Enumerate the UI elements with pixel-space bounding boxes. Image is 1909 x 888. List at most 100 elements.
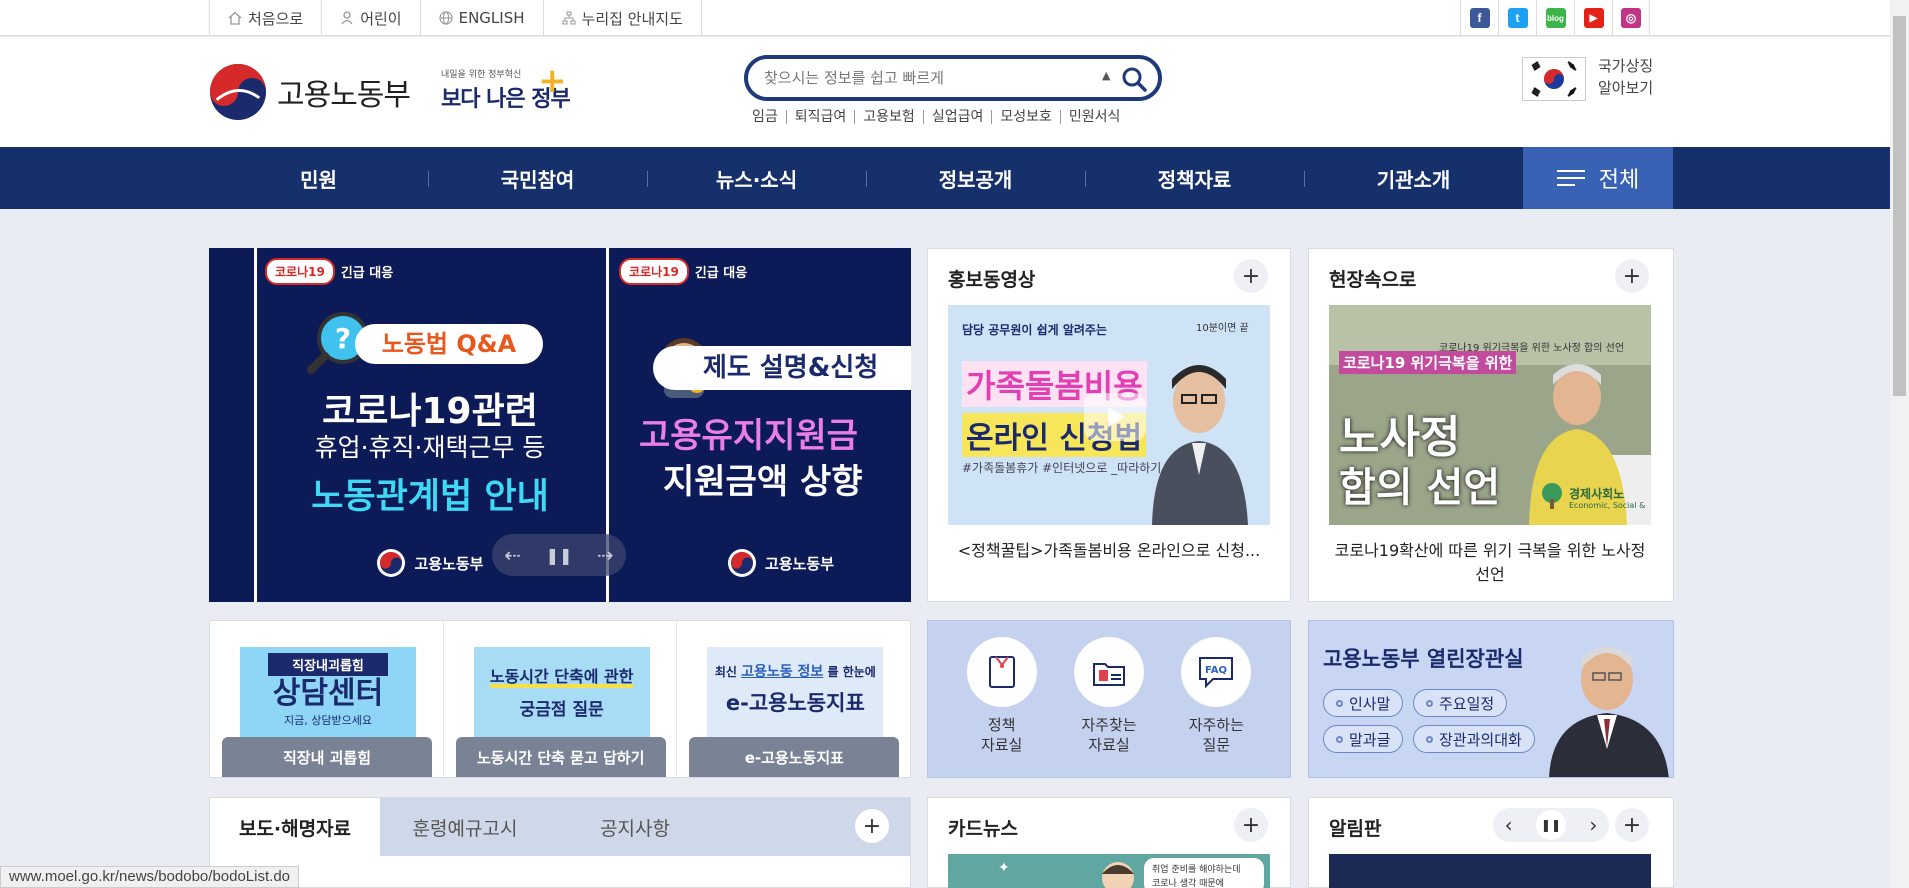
field-report-more-button[interactable]: +	[1615, 259, 1649, 293]
banner-line2: 휴업·휴직·재택근무 등	[314, 433, 546, 462]
page-scrollbar[interactable]	[1890, 0, 1909, 888]
quick-link-harassment[interactable]: 직장내괴롭힘 상담센터 지금, 상담받으세요 직장내 괴롭힘	[210, 621, 443, 777]
field-report-thumbnail[interactable]: 코로나19 위기극복을 위한 노사정 합의 선언 코로나19 위기극복을 위한 …	[1329, 305, 1651, 525]
quick1-line3: 지금, 상담받으세요	[284, 714, 372, 727]
keyword-link[interactable]: 민원서식	[1059, 110, 1129, 124]
child-icon	[340, 11, 354, 25]
notice-board-thumbnail[interactable]	[1329, 854, 1651, 888]
keyword-link[interactable]: 모성보호	[991, 110, 1060, 124]
covid-badge: 코로나19	[619, 258, 689, 285]
notice-board-more-button[interactable]: +	[1615, 808, 1649, 842]
frequent-archive-label: 자주찾는 자료실	[1081, 716, 1137, 754]
card-news-card: 카드뉴스 + 취업 준비를 해야하는데 코로나 생각 때문에 ✦	[927, 797, 1291, 888]
search-button[interactable]	[1120, 65, 1148, 93]
main-nav: 민원 국민참여 뉴스·소식 정보공개 정책자료 기관소개 전체	[0, 147, 1890, 209]
notice-pause-button[interactable]: ❚❚	[1535, 810, 1566, 840]
national-flag-link[interactable]	[1522, 57, 1586, 101]
nav-item-disclosure[interactable]: 정보공개	[866, 147, 1085, 209]
logo-text: 고용노동부	[277, 78, 411, 113]
flag-text-line2: 알아보기	[1598, 79, 1654, 97]
news-more-button[interactable]: +	[855, 809, 889, 843]
covid-badge-label: 긴급 대응	[340, 266, 394, 281]
site-logo-link[interactable]: 고용노동부	[209, 63, 411, 121]
card-news-thumbnail[interactable]: 취업 준비를 해야하는데 코로나 생각 때문에 ✦	[948, 854, 1270, 888]
minister-dialogue-link[interactable]: 장관과의대화	[1413, 725, 1535, 753]
util-home-link[interactable]: 처음으로	[209, 0, 321, 36]
twitter-icon: t	[1507, 8, 1528, 28]
field-thumb-main2: 합의 선언	[1339, 465, 1501, 511]
tree-logo-icon	[1542, 483, 1562, 509]
tab-notices[interactable]: 공지사항	[550, 798, 720, 856]
instagram-link[interactable]: ◎	[1612, 0, 1650, 36]
util-english-link[interactable]: ENGLISH	[419, 0, 543, 36]
blog-icon: blog	[1545, 8, 1566, 28]
all-menu-label: 전체	[1598, 168, 1640, 193]
banner-pause-button[interactable]: ❚❚	[546, 546, 573, 565]
minister-greeting-link[interactable]: 인사말	[1323, 689, 1404, 717]
keyword-link[interactable]: 실업급여	[922, 110, 992, 124]
notice-prev-button[interactable]: ‹	[1505, 813, 1513, 837]
caret-up-icon[interactable]: ▲	[1102, 69, 1110, 82]
promo-video-caption[interactable]: <정책꿀팁>가족돌봄비용 온라인으로 신청...	[948, 539, 1270, 563]
banner-slide-employment-subsidy[interactable]: 코로나19 긴급 대응 제도 설명&신청 고용유지지원금 지원금액 상향 고용노…	[609, 248, 911, 602]
nav-item-news[interactable]: 뉴스·소식	[647, 147, 866, 209]
policy-archive-link[interactable]: 정책 자료실	[957, 621, 1047, 777]
blog-link[interactable]: blog	[1536, 0, 1574, 36]
sitemap-icon	[562, 11, 576, 25]
hamburger-icon	[1556, 168, 1585, 188]
gov-innovation-small: 내일을 위한 정부혁신	[441, 70, 522, 80]
facebook-link[interactable]: f	[1460, 0, 1498, 36]
field-report-caption[interactable]: 코로나19확산에 따른 위기 극복을 위한 노사정 선언	[1329, 539, 1651, 587]
field-report-card: 현장속으로 + 코로나19 위기극복을 위한 노사정 합의 선언 코로나19 위…	[1308, 248, 1674, 602]
minister-schedule-link[interactable]: 주요일정	[1413, 689, 1508, 717]
keyword-link[interactable]: 임금	[752, 110, 786, 124]
ministry-emblem-icon	[728, 549, 756, 577]
nav-item-civil[interactable]: 민원	[209, 147, 428, 209]
svg-text:?: ?	[335, 322, 351, 355]
banner-next-button[interactable]: ⇢	[597, 543, 614, 567]
flag-text-line1: 국가상징	[1598, 57, 1654, 75]
keyword-link[interactable]: 고용보험	[854, 110, 923, 124]
banner-line2: 지원금액 상향	[663, 462, 863, 502]
promo-video-thumbnail[interactable]: 담당 공무원이 쉽게 알려주는 10분이면 끝 가족돌봄비용 온라인 신청법 #…	[948, 305, 1270, 525]
quick1-button[interactable]: 직장내 괴롭힘	[222, 737, 432, 777]
banner-prev-button[interactable]: ⇠	[504, 543, 521, 567]
frequent-archive-link[interactable]: 자주찾는 자료실	[1064, 621, 1154, 777]
tab-regulations[interactable]: 훈령예규고시	[380, 798, 550, 856]
tab-press-release[interactable]: 보도·해명자료	[210, 798, 380, 856]
nav-item-policy[interactable]: 정책자료	[1085, 147, 1304, 209]
util-kids-link[interactable]: 어린이	[321, 0, 419, 36]
youtube-link[interactable]: ▶	[1574, 0, 1612, 36]
main-banner-slider: 코로나19 긴급 대응 ? 노동법 Q&A 코로나19관련 휴업·휴직·재택근무…	[209, 248, 911, 602]
scrollbar-thumb[interactable]	[1893, 16, 1906, 396]
keyword-link[interactable]: 퇴직급여	[785, 110, 855, 124]
top-utility-bar: 처음으로 어린이 ENGLISH 누리집 안내지도 f t blog ▶ ◎	[0, 0, 1890, 36]
policy-archive-label: 정책 자료실	[980, 716, 1023, 754]
quick3-button[interactable]: e-고용노동지표	[689, 737, 900, 777]
faq-link[interactable]: FAQ 자주하는 질문	[1171, 621, 1261, 777]
quick-links: 직장내괴롭힘 상담센터 지금, 상담받으세요 직장내 괴롭힘 노동시간 단축에 …	[209, 620, 911, 778]
nav-item-about[interactable]: 기관소개	[1304, 147, 1523, 209]
gov-innovation-logo[interactable]: 내일을 위한 정부혁신 보다 나은 정부 +	[440, 61, 571, 119]
minister-speech-link[interactable]: 말과글	[1323, 725, 1404, 753]
all-menu-button[interactable]: 전체	[1523, 147, 1673, 209]
svg-text:FAQ: FAQ	[1205, 665, 1227, 676]
covid-badge: 코로나19	[265, 258, 335, 285]
card-news-more-button[interactable]: +	[1234, 808, 1268, 842]
instagram-icon: ◎	[1621, 8, 1641, 28]
twitter-link[interactable]: t	[1498, 0, 1536, 36]
quick-link-e-indicator[interactable]: 최신 고용노동 정보 를 한눈에 e-고용노동지표 e-고용노동지표	[676, 621, 910, 777]
util-sitemap-link[interactable]: 누리집 안내지도	[542, 0, 702, 36]
notice-next-button[interactable]: ›	[1589, 813, 1597, 837]
quick2-button[interactable]: 노동시간 단축 묻고 답하기	[455, 737, 666, 777]
banner-line1: 코로나19관련	[322, 391, 538, 432]
nav-item-participation[interactable]: 국민참여	[428, 147, 647, 209]
search-input[interactable]	[764, 65, 1094, 91]
promo-video-more-button[interactable]: +	[1234, 259, 1268, 293]
video-thumb-corner: 10분이면 끝	[1196, 323, 1249, 334]
resource-icon-links: 정책 자료실 자주찾는 자료실 FAQ 자주하는 질문	[927, 620, 1291, 778]
quick-link-worktime[interactable]: 노동시간 단축에 관한 궁금점 질문 노동시간 단축 묻고 답하기	[442, 621, 677, 777]
quick1-line1: 직장내괴롭힘	[268, 653, 388, 676]
quick2-line1: 노동시간 단축에 관한	[489, 667, 634, 686]
national-symbol-link[interactable]: 국가상징 알아보기	[1598, 55, 1653, 99]
